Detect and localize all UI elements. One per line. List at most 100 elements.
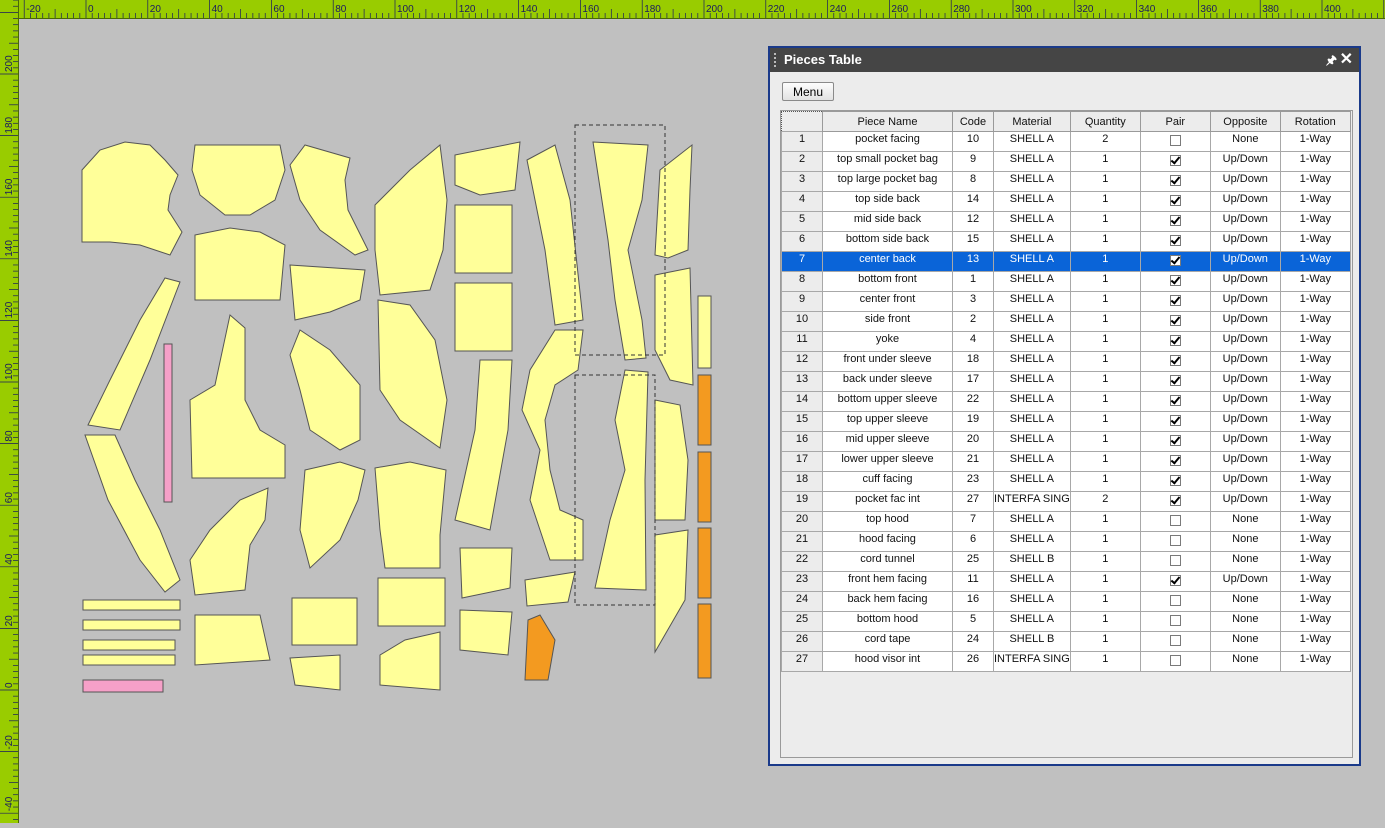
pair-checkbox[interactable] bbox=[1169, 355, 1181, 366]
piece-name-cell[interactable]: top upper sleeve bbox=[822, 411, 953, 432]
pair-cell[interactable] bbox=[1139, 271, 1211, 292]
rotation-cell[interactable]: 1-Way bbox=[1279, 151, 1351, 172]
rotation-cell[interactable]: 1-Way bbox=[1279, 211, 1351, 232]
code-cell[interactable]: 14 bbox=[952, 191, 994, 212]
opposite-cell[interactable]: Up/Down bbox=[1209, 231, 1281, 252]
opposite-cell[interactable]: Up/Down bbox=[1209, 411, 1281, 432]
column-header-piece-name[interactable]: Piece Name bbox=[822, 111, 953, 132]
drag-grip-icon[interactable] bbox=[774, 53, 778, 67]
row-number-cell[interactable]: 5 bbox=[781, 211, 823, 232]
quantity-cell[interactable]: 1 bbox=[1069, 551, 1141, 572]
quantity-cell[interactable]: 1 bbox=[1069, 511, 1141, 532]
rotation-cell[interactable]: 1-Way bbox=[1279, 411, 1351, 432]
pattern-piece[interactable] bbox=[521, 329, 584, 561]
pattern-piece[interactable] bbox=[459, 609, 513, 656]
row-number-cell[interactable]: 15 bbox=[781, 411, 823, 432]
row-number-cell[interactable]: 14 bbox=[781, 391, 823, 412]
quantity-cell[interactable]: 2 bbox=[1069, 491, 1141, 512]
row-number-cell[interactable]: 2 bbox=[781, 151, 823, 172]
code-cell[interactable]: 3 bbox=[952, 291, 994, 312]
pair-cell[interactable] bbox=[1139, 431, 1211, 452]
code-cell[interactable]: 18 bbox=[952, 351, 994, 372]
pattern-piece[interactable] bbox=[526, 144, 584, 326]
pair-cell[interactable] bbox=[1139, 131, 1211, 152]
opposite-cell[interactable]: None bbox=[1209, 651, 1281, 672]
piece-name-cell[interactable]: center back bbox=[822, 251, 953, 272]
pattern-piece[interactable] bbox=[82, 654, 176, 666]
material-cell[interactable]: SHELL A bbox=[993, 591, 1071, 612]
piece-name-cell[interactable]: top side back bbox=[822, 191, 953, 212]
opposite-cell[interactable]: Up/Down bbox=[1209, 391, 1281, 412]
code-cell[interactable]: 17 bbox=[952, 371, 994, 392]
vertical-ruler[interactable]: 200 180 160 140 120 100 80 60 40 20 0 -20 -40 bbox=[0, 0, 19, 823]
code-cell[interactable]: 15 bbox=[952, 231, 994, 252]
material-cell[interactable]: SHELL A bbox=[993, 251, 1071, 272]
pair-cell[interactable] bbox=[1139, 491, 1211, 512]
pattern-piece[interactable] bbox=[289, 144, 369, 256]
table-row[interactable]: 21 hood facing 6 SHELL A 1 None 1-Way bbox=[781, 531, 1351, 552]
rotation-cell[interactable]: 1-Way bbox=[1279, 131, 1351, 152]
material-cell[interactable]: SHELL A bbox=[993, 351, 1071, 372]
material-cell[interactable]: SHELL B bbox=[993, 631, 1071, 652]
code-cell[interactable]: 19 bbox=[952, 411, 994, 432]
opposite-cell[interactable]: None bbox=[1209, 531, 1281, 552]
piece-name-cell[interactable]: cord tape bbox=[822, 631, 953, 652]
table-row[interactable]: 7 center back 13 SHELL A 1 Up/Down 1-Way bbox=[781, 251, 1351, 272]
opposite-cell[interactable]: Up/Down bbox=[1209, 151, 1281, 172]
code-cell[interactable]: 5 bbox=[952, 611, 994, 632]
pair-checkbox[interactable] bbox=[1169, 575, 1181, 586]
code-cell[interactable]: 25 bbox=[952, 551, 994, 572]
opposite-cell[interactable]: None bbox=[1209, 591, 1281, 612]
pattern-piece[interactable] bbox=[81, 141, 183, 256]
quantity-cell[interactable]: 1 bbox=[1069, 251, 1141, 272]
row-number-cell[interactable]: 24 bbox=[781, 591, 823, 612]
rotation-cell[interactable]: 1-Way bbox=[1279, 191, 1351, 212]
pattern-piece[interactable] bbox=[697, 295, 712, 369]
pattern-piece[interactable] bbox=[654, 143, 693, 259]
pair-checkbox[interactable] bbox=[1169, 415, 1181, 426]
row-number-cell[interactable]: 27 bbox=[781, 651, 823, 672]
row-number-cell[interactable]: 20 bbox=[781, 511, 823, 532]
opposite-cell[interactable]: Up/Down bbox=[1209, 311, 1281, 332]
pattern-piece[interactable] bbox=[377, 299, 448, 449]
rotation-cell[interactable]: 1-Way bbox=[1279, 271, 1351, 292]
pattern-piece[interactable] bbox=[454, 359, 513, 531]
code-cell[interactable]: 8 bbox=[952, 171, 994, 192]
material-cell[interactable]: SHELL A bbox=[993, 611, 1071, 632]
row-number-cell[interactable]: 4 bbox=[781, 191, 823, 212]
rotation-cell[interactable]: 1-Way bbox=[1279, 551, 1351, 572]
table-row[interactable]: 25 bottom hood 5 SHELL A 1 None 1-Way bbox=[781, 611, 1351, 632]
pattern-piece[interactable] bbox=[191, 144, 286, 216]
code-cell[interactable]: 6 bbox=[952, 531, 994, 552]
pattern-piece[interactable] bbox=[654, 399, 689, 521]
pair-cell[interactable] bbox=[1139, 351, 1211, 372]
pair-checkbox[interactable] bbox=[1169, 135, 1181, 146]
quantity-cell[interactable]: 1 bbox=[1069, 631, 1141, 652]
column-header-pair[interactable]: Pair bbox=[1139, 111, 1211, 132]
piece-name-cell[interactable]: bottom hood bbox=[822, 611, 953, 632]
quantity-cell[interactable]: 1 bbox=[1069, 451, 1141, 472]
row-number-cell[interactable]: 21 bbox=[781, 531, 823, 552]
table-row[interactable]: 8 bottom front 1 SHELL A 1 Up/Down 1-Way bbox=[781, 271, 1351, 292]
table-row[interactable]: 27 hood visor int 26 INTERFA SING 1 None 1-Way bbox=[781, 651, 1351, 672]
pair-cell[interactable] bbox=[1139, 471, 1211, 492]
pair-checkbox[interactable] bbox=[1169, 375, 1181, 386]
quantity-cell[interactable]: 1 bbox=[1069, 611, 1141, 632]
pattern-piece[interactable] bbox=[697, 451, 712, 523]
quantity-cell[interactable]: 1 bbox=[1069, 211, 1141, 232]
row-number-cell[interactable]: 1 bbox=[781, 131, 823, 152]
rotation-cell[interactable]: 1-Way bbox=[1279, 331, 1351, 352]
select-all-corner[interactable] bbox=[781, 111, 823, 132]
code-cell[interactable]: 2 bbox=[952, 311, 994, 332]
material-cell[interactable]: SHELL A bbox=[993, 151, 1071, 172]
material-cell[interactable]: SHELL A bbox=[993, 291, 1071, 312]
opposite-cell[interactable]: None bbox=[1209, 631, 1281, 652]
pattern-piece[interactable] bbox=[459, 547, 513, 599]
row-number-cell[interactable]: 12 bbox=[781, 351, 823, 372]
column-header-material[interactable]: Material bbox=[993, 111, 1071, 132]
pair-checkbox[interactable] bbox=[1169, 635, 1181, 646]
code-cell[interactable]: 11 bbox=[952, 571, 994, 592]
pattern-piece[interactable] bbox=[697, 374, 712, 446]
panel-title-bar[interactable]: Pieces Table 🖈 ✕ bbox=[770, 48, 1359, 72]
opposite-cell[interactable]: Up/Down bbox=[1209, 251, 1281, 272]
